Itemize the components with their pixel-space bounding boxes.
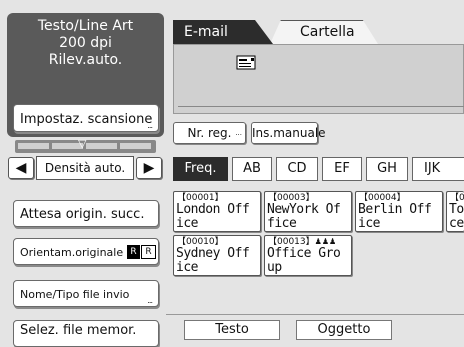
registration-number-label: Nr. reg.: [187, 126, 232, 140]
auto-density-button[interactable]: Densità auto.: [36, 156, 134, 180]
tab-ab-label: AB: [243, 161, 261, 176]
tab-frequent-label: Freq.: [184, 161, 217, 176]
tab-subject[interactable]: Oggetto: [296, 320, 392, 340]
tab-subject-label: Oggetto: [317, 322, 371, 337]
destination-entry[interactable]: 【00001】 London Off ice: [173, 191, 261, 232]
file-name-type-button[interactable]: Nome/Tipo file invio ...: [13, 280, 159, 307]
destination-entry[interactable]: 【00004】 Berlin Off ice: [355, 191, 443, 232]
more-dots-icon: ...: [147, 296, 153, 305]
file-name-type-label: Nome/Tipo file invio: [20, 288, 130, 301]
tab-cd-label: CD: [287, 161, 307, 176]
tab-email[interactable]: E-mail: [173, 20, 273, 44]
entry-name: London Off ice: [176, 202, 250, 231]
tab-gh[interactable]: GH: [366, 157, 408, 181]
arrow-left-icon: ◀: [15, 160, 27, 176]
destination-entry[interactable]: 【00010】 Sydney Off ice: [173, 235, 261, 276]
density-segment: [18, 143, 49, 149]
density-segment: [120, 143, 151, 149]
orientation-portrait-icon: R: [127, 245, 140, 259]
resolution-text: 200 dpi: [59, 35, 112, 51]
destination-divider: [178, 106, 464, 107]
scan-settings-button-label: Impostaz. scansione: [20, 112, 153, 127]
density-marker-icon: ▽: [78, 137, 87, 150]
tab-folder-label: Cartella: [300, 24, 355, 40]
index-tabs: Freq. AB CD EF GH IJK: [173, 157, 464, 181]
entry-name: Tok ce: [449, 202, 464, 231]
select-stored-file-button[interactable]: Selez. file memor.: [13, 320, 159, 347]
scan-type-text: Testo/Line Art: [37, 18, 134, 34]
arrow-right-icon: ▶: [143, 160, 155, 176]
bottom-divider: [166, 314, 464, 315]
address-card-icon: [236, 55, 256, 70]
wait-next-original-label: Attesa origin. succ.: [20, 207, 145, 222]
entry-name: Berlin Off ice: [358, 202, 432, 231]
tab-folder[interactable]: Cartella: [270, 20, 378, 44]
tab-gh-label: GH: [377, 161, 397, 176]
destination-entry[interactable]: 【00003】 NewYork Of fice: [264, 191, 352, 232]
orientation-landscape-icon: R: [141, 245, 156, 259]
more-dots-icon: ...: [147, 121, 153, 130]
tab-ab[interactable]: AB: [232, 157, 272, 181]
more-dots-icon: ...: [235, 129, 242, 137]
registration-number-button[interactable]: Nr. reg. ...: [173, 122, 246, 144]
destination-field[interactable]: [173, 44, 464, 114]
scan-settings-summary: Testo/Line Art 200 dpi Rilev.auto.: [7, 18, 164, 69]
manual-input-label: Ins.manuale: [252, 126, 326, 140]
destination-entry[interactable]: 【000 Tok ce: [446, 191, 464, 232]
wait-next-original-button[interactable]: Attesa origin. succ.: [13, 200, 159, 227]
entry-name: NewYork Of fice: [267, 202, 341, 231]
scan-size-text: Rilev.auto.: [48, 52, 123, 68]
auto-density-label: Densità auto.: [44, 161, 126, 175]
tab-cd[interactable]: CD: [276, 157, 318, 181]
manual-input-button[interactable]: Ins.manuale: [251, 122, 326, 144]
density-segment: [86, 143, 117, 149]
density-darker-button[interactable]: ▶: [136, 157, 162, 179]
tab-text[interactable]: Testo: [184, 320, 280, 340]
destination-group-entry[interactable]: 【00013】♟♟♟ Office Gro up: [264, 235, 352, 276]
scan-settings-button[interactable]: Impostaz. scansione ...: [13, 104, 159, 132]
select-stored-file-label: Selez. file memor.: [20, 323, 137, 338]
tab-ef-label: EF: [334, 161, 350, 176]
tab-ijk-label: IJK: [424, 161, 441, 176]
tab-text-label: Testo: [215, 322, 249, 337]
entry-name: Sydney Off ice: [176, 246, 250, 275]
tab-ef[interactable]: EF: [322, 157, 362, 181]
density-scale: ▽: [15, 137, 156, 153]
density-lighter-button[interactable]: ◀: [8, 157, 34, 179]
tab-frequent[interactable]: Freq.: [173, 157, 228, 181]
entry-name: Office Gro up: [267, 246, 341, 275]
original-orientation-button[interactable]: Orientam.originale R R: [13, 238, 159, 265]
tab-email-label: E-mail: [184, 24, 228, 40]
group-icon: ♟♟♟: [314, 237, 337, 246]
tab-ijk[interactable]: IJK: [412, 157, 464, 181]
